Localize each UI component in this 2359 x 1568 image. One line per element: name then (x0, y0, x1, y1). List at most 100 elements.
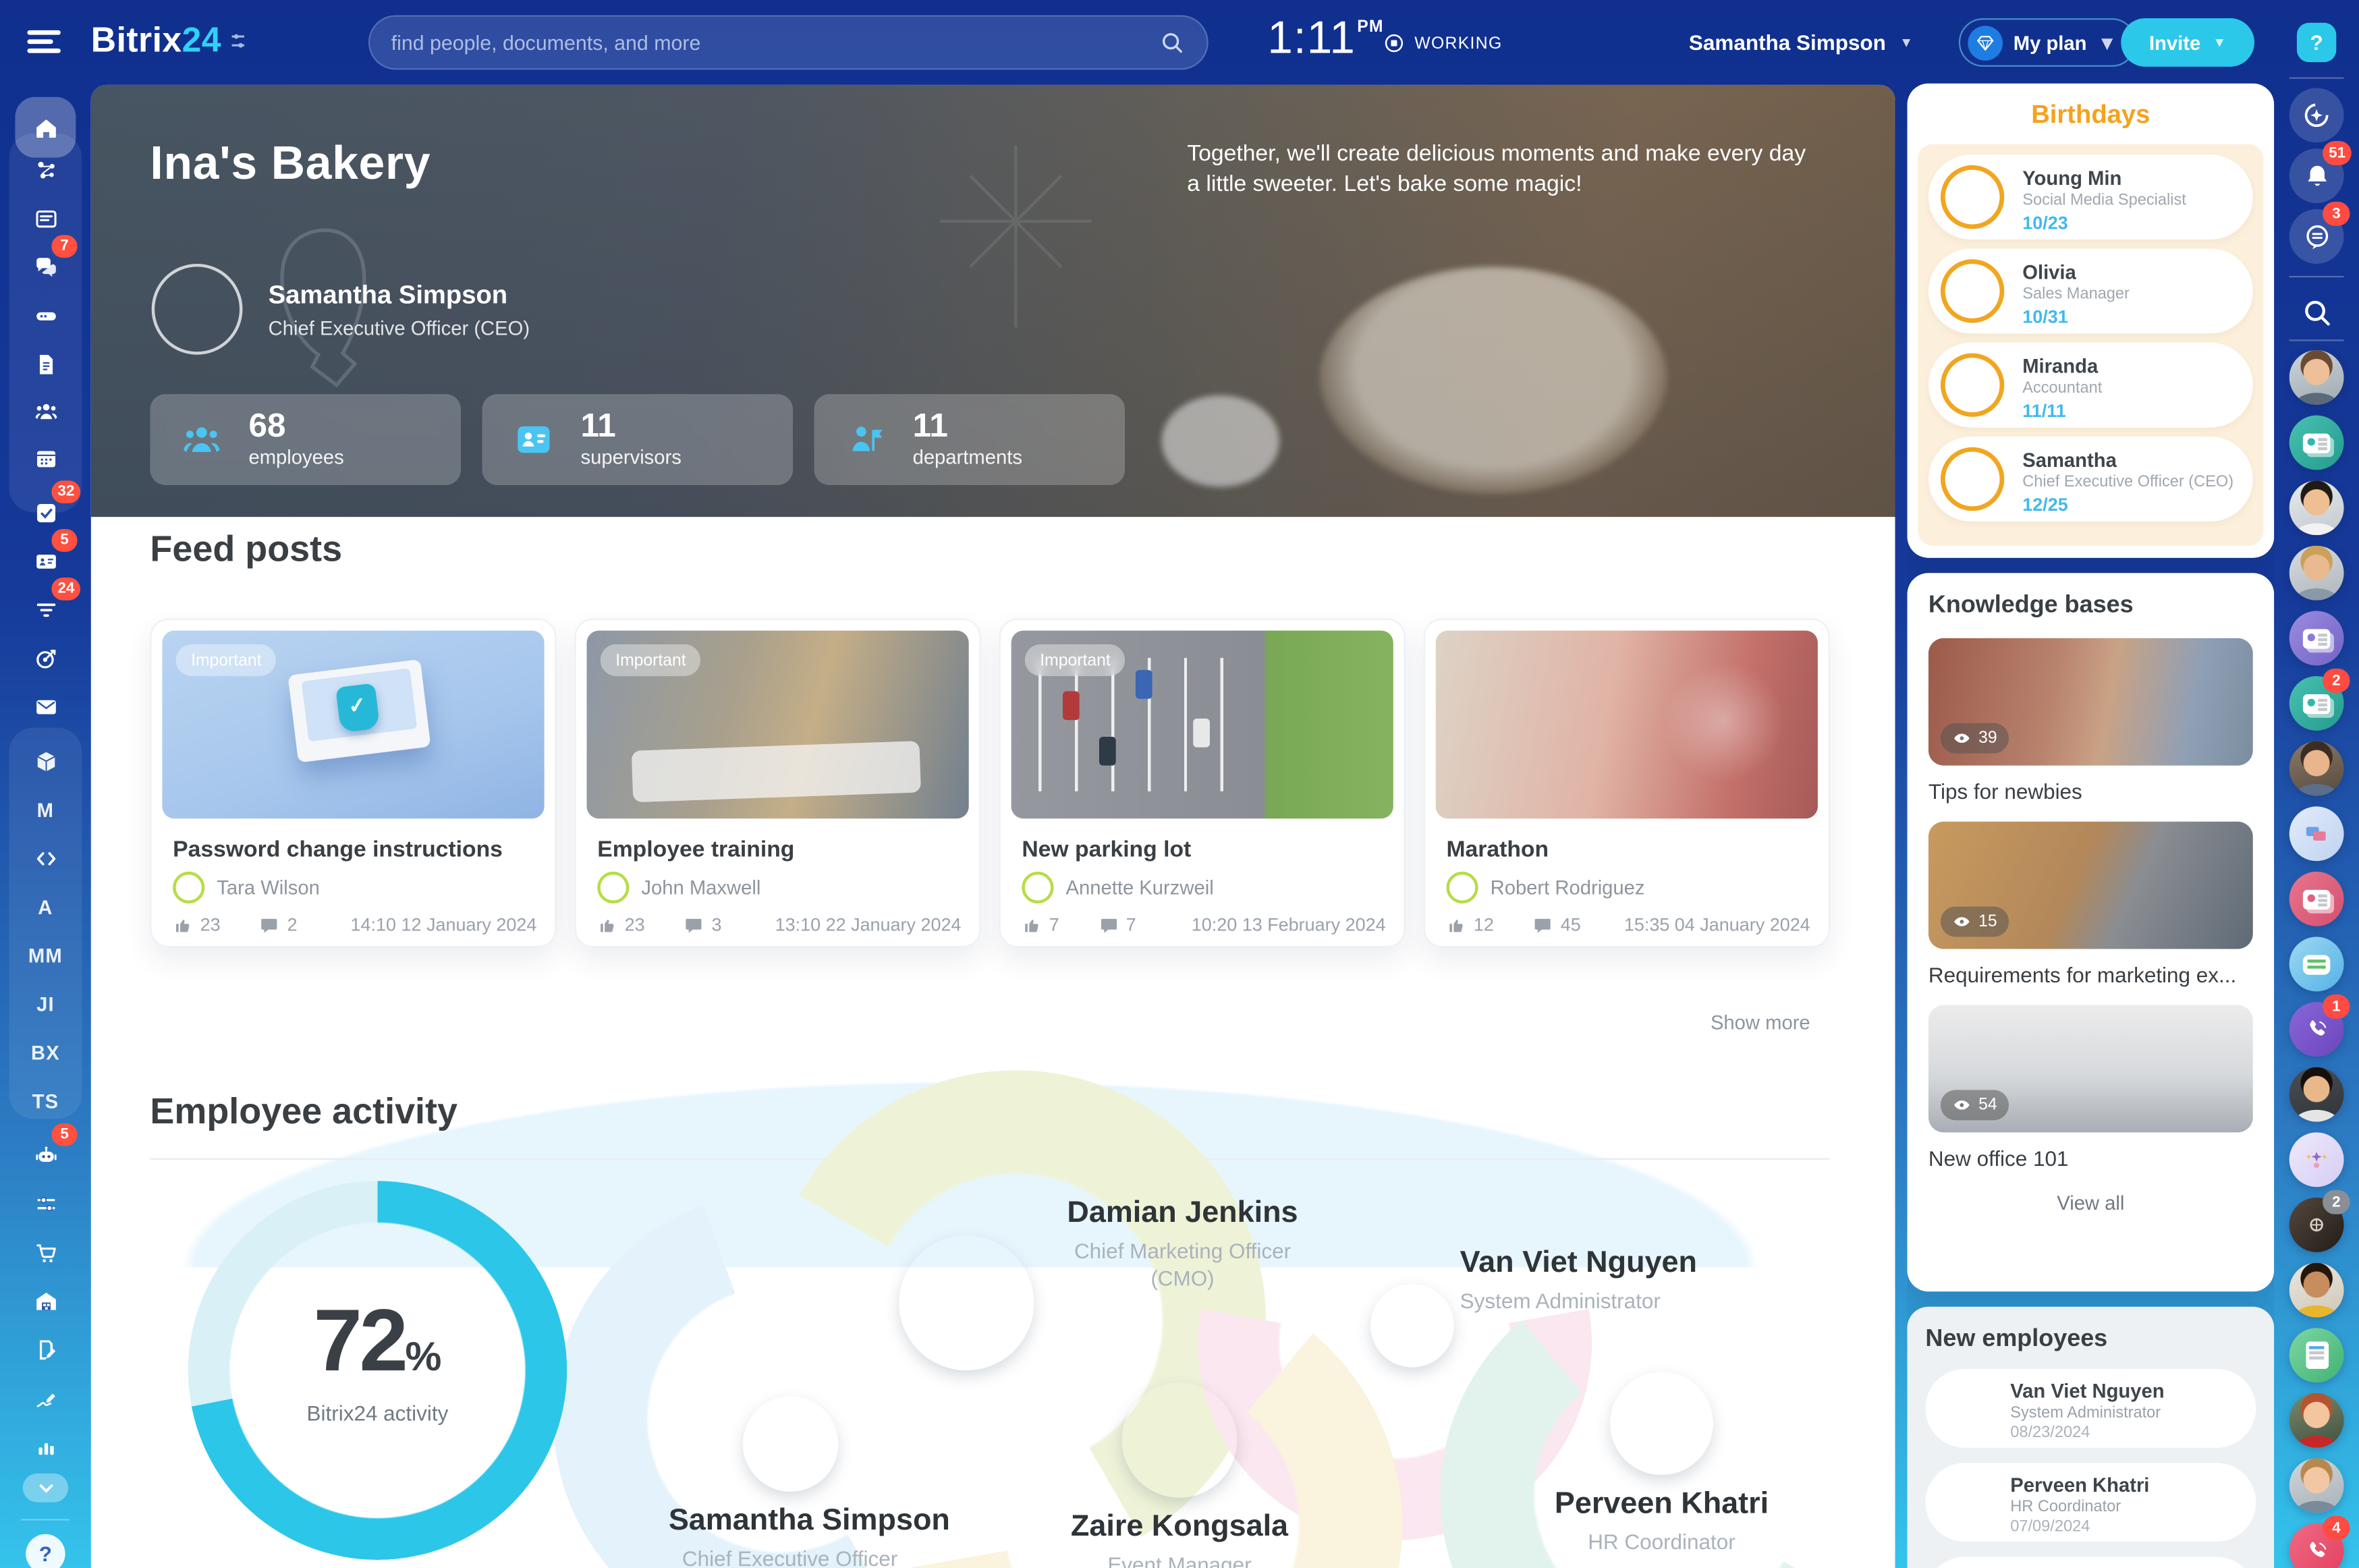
employee-activity-person[interactable] (897, 1235, 1034, 1370)
hero-ceo-card[interactable]: Samantha Simpson Chief Executive Officer… (152, 264, 530, 355)
sidebar-help-button[interactable]: ? (26, 1534, 65, 1568)
recent-contact-chip[interactable] (2289, 350, 2344, 405)
post-author[interactable]: John Maxwell (597, 872, 760, 903)
copilot-button[interactable] (2289, 88, 2344, 142)
sidebar-item-store[interactable] (21, 1228, 70, 1277)
rail-search-button[interactable] (2289, 285, 2344, 339)
recent-contact-chip[interactable] (2289, 1458, 2344, 1513)
stat-departments[interactable]: 11 departments (814, 394, 1126, 485)
sidebar-item-mail[interactable] (21, 682, 70, 731)
employee-activity-person[interactable]: Samantha Simpson Chief Executive Officer… (669, 1396, 911, 1568)
birthday-item[interactable]: Olivia Sales Manager 10/31 (1928, 248, 2253, 333)
comment-icon[interactable] (260, 915, 279, 934)
employee-activity-person[interactable]: Van Viet Nguyen System Administrator (1460, 1246, 1733, 1315)
employee-activity-person[interactable]: Zaire Kongsala Event Manager (1061, 1382, 1298, 1568)
feed-post-card[interactable]: Important Password change instructions T… (150, 619, 556, 948)
recent-call-chip[interactable]: 1 (2289, 1002, 2344, 1057)
working-status[interactable]: WORKING (1383, 32, 1502, 55)
recent-crm-chip[interactable] (2289, 872, 2344, 926)
recent-call-chip[interactable]: 4 (2289, 1523, 2344, 1568)
recent-app-chip[interactable] (2289, 806, 2344, 861)
recent-contact-chip[interactable] (2289, 1263, 2344, 1318)
stat-supervisors[interactable]: 11 supervisors (482, 394, 793, 485)
sidebar-item-employees[interactable] (21, 387, 70, 435)
sidebar-item-app-m[interactable]: M (21, 785, 70, 834)
comment-icon[interactable] (1099, 915, 1118, 934)
current-user-menu[interactable]: Samantha Simpson ▼ (1632, 20, 1914, 63)
feed-post-card[interactable]: Marathon Robert Rodriguez 12 45 15:35 04… (1424, 619, 1830, 948)
comment-icon[interactable] (684, 915, 704, 934)
knowledge-base-item[interactable]: 54 New office 101 (1928, 1005, 2253, 1171)
workday-clock[interactable]: 1:11PM (1267, 13, 1382, 65)
comment-icon[interactable] (1533, 915, 1553, 934)
new-employee-item[interactable]: Perveen Khatri HR Coordinator 07/09/2024 (1925, 1463, 2256, 1542)
sidebar-item-app-mm[interactable]: MM (21, 931, 70, 980)
sidebar-item-sales[interactable]: 24 (21, 585, 70, 634)
sidebar-item-app-ts[interactable]: TS (21, 1076, 70, 1125)
knowledge-base-item[interactable]: 39 Tips for newbies (1928, 638, 2253, 804)
birthday-item[interactable]: Samantha Chief Executive Officer (CEO) 1… (1928, 437, 2253, 522)
sidebar-item-drive[interactable] (21, 291, 70, 339)
feed-post-card[interactable]: Important Employee training John Maxwell… (575, 619, 981, 948)
search-icon[interactable] (1159, 29, 1186, 56)
recent-doc-chip[interactable] (2289, 1328, 2344, 1382)
sidebar-item-app-ji[interactable]: JI (21, 979, 70, 1028)
sidebar-item-community[interactable] (21, 146, 70, 194)
post-author[interactable]: Tara Wilson (173, 872, 320, 903)
employee-activity-person[interactable] (1369, 1284, 1454, 1368)
birthday-item[interactable]: Miranda Accountant 11/11 (1928, 343, 2253, 428)
new-employee-item[interactable]: Alexis Sutcliffe (1925, 1557, 2256, 1568)
sidebar-item-copilot[interactable]: 5 (21, 1131, 70, 1179)
new-employee-item[interactable]: Van Viet Nguyen System Administrator 08/… (1925, 1369, 2256, 1448)
search-input[interactable] (391, 31, 1159, 54)
recent-contact-chip[interactable] (2289, 1067, 2344, 1122)
messenger-button[interactable]: 3 (2289, 209, 2344, 264)
sidebar-collapse-button[interactable] (23, 1474, 68, 1503)
sidebar-item-devops[interactable] (21, 834, 70, 883)
post-author[interactable]: Robert Rodriguez (1446, 872, 1644, 903)
recent-crm-chip[interactable]: 2 (2289, 676, 2344, 731)
sidebar-item-smart-process[interactable] (21, 1325, 70, 1374)
my-plan-button[interactable]: My plan ▼ (1959, 18, 2137, 67)
like-icon[interactable] (1022, 915, 1041, 934)
recent-meeting-chip[interactable]: 2 (2289, 1198, 2344, 1252)
sidebar-item-sign[interactable] (21, 1374, 70, 1422)
show-more-link[interactable]: Show more (1711, 1011, 1810, 1034)
sidebar-item-analytics[interactable] (21, 1422, 70, 1470)
recent-contact-chip[interactable] (2289, 1393, 2344, 1448)
sidebar-item-chat[interactable]: 7 (21, 242, 70, 291)
recent-crm-chip[interactable] (2289, 416, 2344, 470)
stat-value: 68 (248, 406, 285, 445)
sidebar-item-market[interactable] (21, 737, 70, 785)
view-all-link[interactable]: View all (1928, 1192, 2253, 1214)
like-icon[interactable] (597, 915, 617, 934)
sidebar-item-marketing[interactable] (21, 634, 70, 682)
logo-settings-icon[interactable] (227, 30, 248, 51)
recent-chat-chip[interactable] (2289, 937, 2344, 992)
employee-activity-person[interactable]: Damian Jenkins Chief Marketing Officer (… (1046, 1196, 1319, 1292)
invite-button[interactable]: Invite ▼ (2121, 18, 2254, 67)
help-button[interactable]: ? (2297, 23, 2336, 62)
like-icon[interactable] (1446, 915, 1466, 934)
recent-crm-chip[interactable] (2289, 611, 2344, 665)
knowledge-base-item[interactable]: 15 Requirements for marketing ex... (1928, 822, 2253, 987)
feed-post-card[interactable]: Important New parking lot Annette Kurzwe… (999, 619, 1406, 948)
employee-activity-person[interactable]: Perveen Khatri HR Coordinator (1543, 1372, 1780, 1555)
sidebar-item-warehouse[interactable] (21, 1277, 70, 1325)
recent-contact-chip[interactable] (2289, 546, 2344, 600)
sidebar-item-app-bx[interactable]: BX (21, 1028, 70, 1076)
sidebar-item-docs[interactable] (21, 339, 70, 388)
recent-contact-chip[interactable] (2289, 480, 2344, 535)
bitrix24-logo[interactable]: Bitrix24 (91, 20, 221, 61)
stat-employees[interactable]: 68 employees (150, 394, 461, 485)
sidebar-item-calendar[interactable] (21, 434, 70, 482)
sidebar-item-settings[interactable] (21, 1179, 70, 1228)
notifications-button[interactable]: 51 (2289, 148, 2344, 203)
birthday-item[interactable]: Young Min Social Media Specialist 10/23 (1928, 155, 2253, 240)
sidebar-item-app-a[interactable]: A (21, 883, 70, 931)
post-author[interactable]: Annette Kurzweil (1022, 872, 1213, 903)
like-icon[interactable] (173, 915, 192, 934)
recent-app-chip[interactable] (2289, 1132, 2344, 1187)
recent-contact-chip[interactable] (2289, 741, 2344, 796)
menu-hamburger-icon[interactable] (27, 30, 60, 55)
